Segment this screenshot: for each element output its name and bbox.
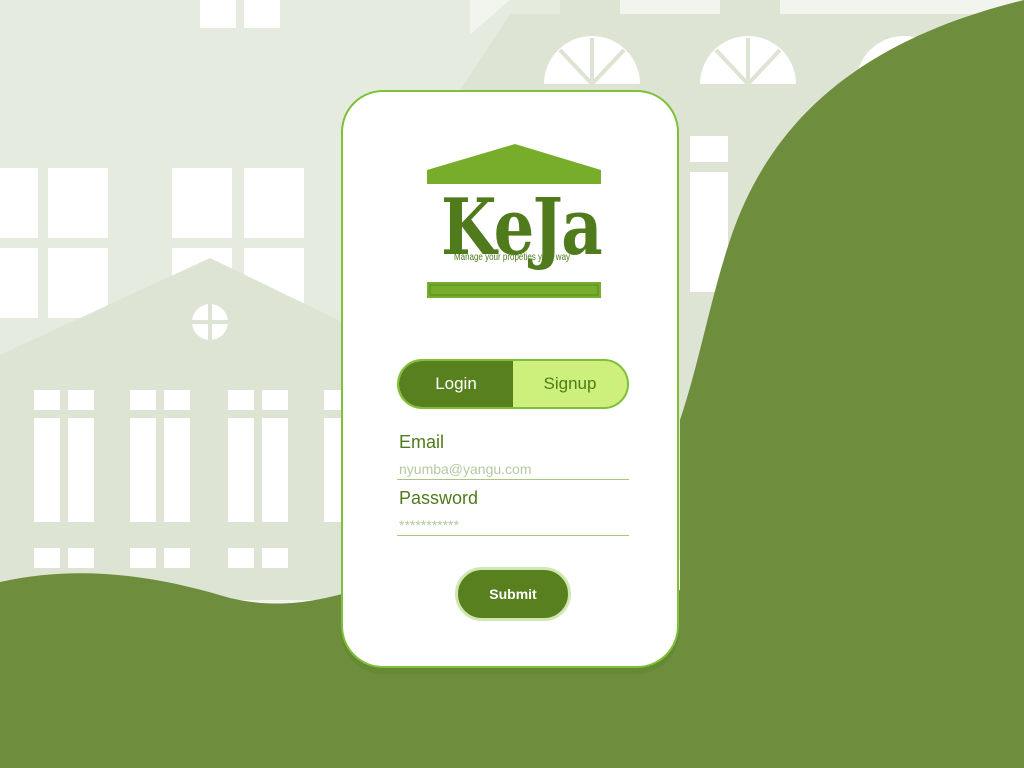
brand-tagline: Manage your propeties your way [453,252,571,263]
password-label: Password [399,488,479,508]
tab-signup[interactable]: Signup [513,361,627,407]
email-label: Email [399,432,445,452]
tab-login[interactable]: Login [399,361,513,407]
login-card: KeJa Manage your propeties your way Logi… [341,90,679,668]
auth-toggle: Login Signup [397,359,629,409]
password-field[interactable] [397,514,629,536]
keja-logo: KeJa [425,144,603,302]
email-field[interactable] [397,458,629,480]
submit-button[interactable]: Submit [455,567,571,621]
